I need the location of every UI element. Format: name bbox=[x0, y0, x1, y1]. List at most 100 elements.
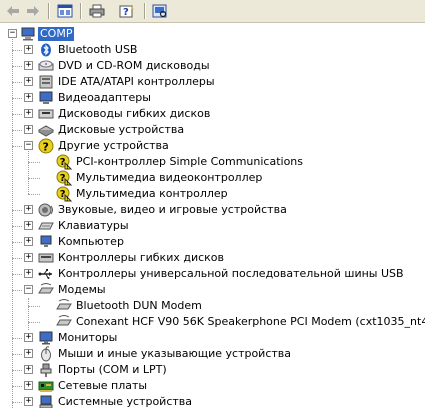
tree-node-label[interactable]: Мониторы bbox=[56, 331, 119, 345]
computer-icon bbox=[38, 234, 54, 250]
unknown-device-icon: ? bbox=[38, 138, 54, 154]
usb-icon bbox=[38, 266, 54, 282]
tree-node-label[interactable]: Bluetooth USB bbox=[56, 43, 139, 57]
expand-toggle[interactable]: + bbox=[24, 397, 33, 406]
network-card-icon bbox=[38, 378, 54, 394]
tree-node-label[interactable]: Мультимедиа видеоконтроллер bbox=[74, 171, 264, 185]
tree-child-conexant-modem[interactable]: Conexant HCF V90 56K Speakerphone PCI Mo… bbox=[0, 314, 425, 330]
warning-device-icon: ?! bbox=[56, 186, 72, 202]
collapse-toggle[interactable]: − bbox=[24, 141, 33, 150]
disk-drive-icon bbox=[38, 122, 54, 138]
tree-node-keyboards[interactable]: + Клавиатуры bbox=[0, 218, 425, 234]
tree-node-computer[interactable]: + Компьютер bbox=[0, 234, 425, 250]
toolbar-separator bbox=[80, 3, 82, 19]
scan-hardware-icon[interactable] bbox=[151, 2, 169, 19]
tree-node-label[interactable]: Порты (COM и LPT) bbox=[56, 363, 169, 377]
expand-toggle[interactable]: + bbox=[24, 45, 33, 54]
expand-toggle[interactable]: + bbox=[24, 205, 33, 214]
tree-node-label[interactable]: Дисковые устройства bbox=[56, 123, 186, 137]
tree-node-label[interactable]: Системные устройства bbox=[56, 395, 194, 408]
expand-toggle[interactable]: + bbox=[24, 253, 33, 262]
tree-node-label[interactable]: Модемы bbox=[56, 283, 108, 297]
floppy-controller-icon bbox=[38, 250, 54, 266]
tree-node-label[interactable]: Сетевые платы bbox=[56, 379, 149, 393]
tree-node-label[interactable]: Видеоадаптеры bbox=[56, 91, 153, 105]
tree-node-label[interactable]: Клавиатуры bbox=[56, 219, 131, 233]
expand-toggle[interactable]: + bbox=[24, 269, 33, 278]
mouse-icon bbox=[38, 346, 54, 362]
tree-node-network-adapters[interactable]: + Сетевые платы bbox=[0, 378, 425, 394]
tree-node-label[interactable]: PCI-контроллер Simple Communications bbox=[74, 155, 305, 169]
help-icon[interactable]: ? bbox=[118, 2, 136, 19]
toolbar: ? bbox=[0, 0, 425, 23]
tree-node-dvd-cdrom[interactable]: + DVD и CD-ROM дисководы bbox=[0, 58, 425, 74]
properties-view-icon[interactable] bbox=[56, 2, 74, 19]
tree-node-label[interactable]: Контроллеры универсальной последовательн… bbox=[56, 267, 406, 281]
tree-node-modems[interactable]: − Модемы bbox=[0, 282, 425, 298]
tree-node-label[interactable]: Контроллеры гибких дисков bbox=[56, 251, 226, 265]
tree-node-ide[interactable]: + IDE ATA/ATAPI контроллеры bbox=[0, 74, 425, 90]
svg-text:?: ? bbox=[123, 7, 129, 18]
warning-device-icon: ?! bbox=[56, 170, 72, 186]
tree-node-usb-controllers[interactable]: + Контроллеры универсальной последовател… bbox=[0, 266, 425, 282]
tree-child-pci-controller[interactable]: ?! PCI-контроллер Simple Communications bbox=[0, 154, 425, 170]
tree-node-sound-video-game[interactable]: + Звуковые, видео и игровые устройства bbox=[0, 202, 425, 218]
device-tree: − COMP + Bluetooth USB + DVD и CD-ROM ди… bbox=[0, 24, 425, 408]
expand-toggle[interactable]: + bbox=[24, 125, 33, 134]
tree-child-multimedia-controller[interactable]: ?! Мультимедиа контроллер bbox=[0, 186, 425, 202]
expand-toggle[interactable]: + bbox=[24, 237, 33, 246]
tree-root-label[interactable]: COMP bbox=[38, 27, 75, 41]
tree-node-label[interactable]: IDE ATA/ATAPI контроллеры bbox=[56, 75, 217, 89]
tree-root-node[interactable]: − COMP bbox=[0, 26, 425, 42]
tree-node-label[interactable]: Мультимедиа контроллер bbox=[74, 187, 230, 201]
tree-node-floppy-drives[interactable]: + Дисководы гибких дисков bbox=[0, 106, 425, 122]
tree-node-system-devices[interactable]: + Системные устройства bbox=[0, 394, 425, 408]
expand-toggle[interactable]: + bbox=[24, 93, 33, 102]
tree-node-label[interactable]: Conexant HCF V90 56K Speakerphone PCI Mo… bbox=[74, 315, 425, 329]
tree-node-ports[interactable]: + Порты (COM и LPT) bbox=[0, 362, 425, 378]
print-icon[interactable] bbox=[88, 2, 106, 19]
tree-node-monitors[interactable]: + Мониторы bbox=[0, 330, 425, 346]
arrow-right-icon[interactable] bbox=[24, 2, 42, 19]
tree-node-label[interactable]: DVD и CD-ROM дисководы bbox=[56, 59, 212, 73]
svg-text:?: ? bbox=[43, 141, 49, 154]
expand-toggle[interactable]: + bbox=[24, 333, 33, 342]
floppy-drive-icon bbox=[38, 106, 54, 122]
toolbar-separator bbox=[48, 3, 50, 19]
tree-node-label[interactable]: Компьютер bbox=[56, 235, 126, 249]
tree-child-multimedia-video[interactable]: ?! Мультимедиа видеоконтроллер bbox=[0, 170, 425, 186]
tree-node-label[interactable]: Звуковые, видео и игровые устройства bbox=[56, 203, 289, 217]
expand-toggle[interactable]: + bbox=[24, 61, 33, 70]
computer-icon bbox=[20, 26, 36, 42]
tree-node-label[interactable]: Другие устройства bbox=[56, 139, 171, 153]
tree-node-other-devices[interactable]: − ? Другие устройства bbox=[0, 138, 425, 154]
tree-node-label[interactable]: Bluetooth DUN Modem bbox=[74, 299, 204, 313]
tree-node-label[interactable]: Мыши и иные указывающие устройства bbox=[56, 347, 293, 361]
speaker-icon bbox=[38, 202, 54, 218]
modem-icon bbox=[56, 298, 72, 314]
expand-toggle[interactable]: + bbox=[24, 349, 33, 358]
tree-node-label[interactable]: Дисководы гибких дисков bbox=[56, 107, 212, 121]
expand-toggle[interactable]: + bbox=[24, 381, 33, 390]
tree-node-disk-drives[interactable]: + Дисковые устройства bbox=[0, 122, 425, 138]
warning-device-icon: ?! bbox=[56, 154, 72, 170]
tree-node-display-adapters[interactable]: + Видеоадаптеры bbox=[0, 90, 425, 106]
monitor-icon bbox=[38, 330, 54, 346]
toolbar-separator bbox=[144, 3, 146, 19]
expand-toggle[interactable]: + bbox=[24, 77, 33, 86]
arrow-left-icon[interactable] bbox=[4, 2, 22, 19]
tree-child-bluetooth-dun-modem[interactable]: Bluetooth DUN Modem bbox=[0, 298, 425, 314]
bluetooth-icon bbox=[38, 42, 54, 58]
tree-node-floppy-controllers[interactable]: + Контроллеры гибких дисков bbox=[0, 250, 425, 266]
system-device-icon bbox=[38, 394, 54, 408]
expand-toggle[interactable]: + bbox=[24, 365, 33, 374]
tree-node-bluetooth-usb[interactable]: + Bluetooth USB bbox=[0, 42, 425, 58]
collapse-toggle[interactable]: − bbox=[8, 29, 17, 38]
keyboard-icon bbox=[38, 218, 54, 234]
display-adapter-icon bbox=[38, 90, 54, 106]
cdrom-icon bbox=[38, 58, 54, 74]
expand-toggle[interactable]: + bbox=[24, 221, 33, 230]
collapse-toggle[interactable]: − bbox=[24, 285, 33, 294]
tree-node-mice[interactable]: + Мыши и иные указывающие устройства bbox=[0, 346, 425, 362]
expand-toggle[interactable]: + bbox=[24, 109, 33, 118]
